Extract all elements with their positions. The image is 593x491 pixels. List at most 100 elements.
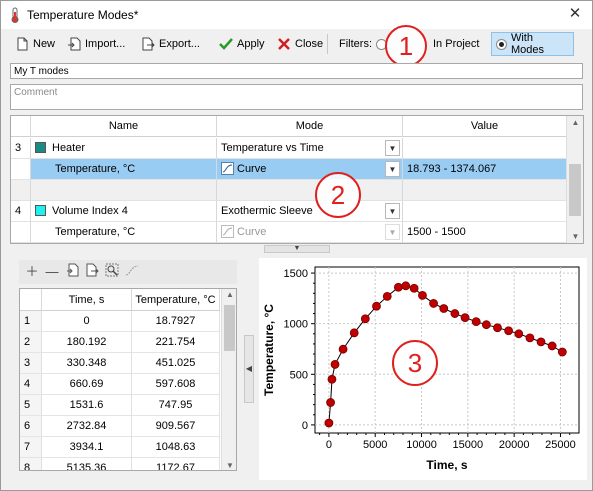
mode-dropdown[interactable]: Temperature vs Time ▼ — [217, 138, 403, 159]
data-point — [536, 337, 546, 347]
data-point — [326, 398, 335, 407]
close-window-button[interactable]: ✕ — [562, 3, 588, 25]
grid-header-mode[interactable]: Mode — [217, 116, 403, 137]
mode-value: Exothermic Sleeve — [221, 205, 313, 217]
value-cell — [403, 138, 567, 159]
point-time[interactable]: 5135.36 — [42, 458, 132, 470]
grid-row-volume-index-4[interactable]: 4 Volume Index 4 Exothermic Sleeve ▼ — [11, 201, 567, 222]
grid-row-heater[interactable]: 3 Heater Temperature vs Time ▼ — [11, 138, 567, 159]
y-tick-label: 1000 — [284, 319, 308, 331]
apply-button[interactable]: Apply — [215, 32, 269, 56]
x-tick-label: 0 — [326, 439, 332, 451]
point-time[interactable]: 330.348 — [42, 353, 132, 374]
new-button[interactable]: New — [11, 32, 59, 56]
mode-dropdown[interactable]: Exothermic Sleeve ▼ — [217, 201, 403, 222]
point-time[interactable]: 3934.1 — [42, 437, 132, 458]
scroll-down-icon[interactable]: ▼ — [222, 461, 236, 470]
comment-field[interactable]: Comment — [10, 84, 583, 110]
close-button[interactable]: Close — [273, 32, 327, 56]
grid-vertical-scrollbar[interactable]: ▲ ▼ — [566, 116, 583, 243]
point-temperature[interactable]: 221.754 — [132, 332, 220, 353]
data-point — [338, 344, 348, 354]
scroll-down-icon[interactable]: ▼ — [567, 232, 583, 241]
curve-tool-icon[interactable] — [123, 263, 141, 281]
grid-header-name[interactable]: Name — [31, 116, 217, 137]
annotation-2: 2 — [315, 172, 361, 218]
point-temperature[interactable]: 909.567 — [132, 416, 220, 437]
export-points-icon[interactable] — [83, 263, 101, 281]
data-point — [393, 282, 403, 292]
point-index: 1 — [20, 311, 42, 332]
remove-row-icon[interactable]: — — [43, 263, 61, 281]
point-temperature[interactable]: 18.7927 — [132, 311, 220, 332]
toolbar-separator — [327, 34, 328, 54]
grid-row-empty — [11, 180, 567, 201]
add-row-icon[interactable]: ＋ — [23, 263, 41, 281]
point-temperature[interactable]: 1048.63 — [132, 437, 220, 458]
data-point — [557, 347, 567, 357]
import-points-icon[interactable] — [63, 263, 81, 281]
scrollbar-thumb[interactable] — [224, 305, 235, 351]
grid-header-value[interactable]: Value — [403, 116, 567, 137]
dropdown-arrow-icon[interactable]: ▼ — [385, 203, 400, 219]
points-vertical-scrollbar[interactable]: ▲ ▼ — [221, 289, 236, 470]
x-tick-label: 20000 — [499, 439, 530, 451]
scroll-up-icon[interactable]: ▲ — [222, 290, 236, 299]
export-button[interactable]: Export... — [137, 32, 204, 56]
curve-icon — [221, 162, 234, 175]
point-index: 2 — [20, 332, 42, 353]
mode-dropdown[interactable]: Curve ▼ — [217, 159, 403, 180]
in-project-filter[interactable]: In Project — [429, 32, 483, 56]
value-cell — [403, 180, 567, 201]
zoom-icon[interactable] — [103, 263, 121, 281]
row-index: 3 — [11, 138, 31, 159]
apply-button-label: Apply — [237, 38, 265, 50]
data-point — [409, 283, 419, 293]
with-modes-radio[interactable] — [496, 38, 507, 50]
data-point — [514, 329, 524, 339]
points-header-temperature[interactable]: Temperature, °C — [132, 289, 220, 311]
collapse-panel-button[interactable]: ◀ — [244, 335, 254, 403]
checkmark-icon — [219, 38, 233, 50]
point-temperature[interactable]: 597.608 — [132, 374, 220, 395]
data-point — [547, 341, 557, 351]
dropdown-arrow-icon[interactable]: ▼ — [385, 161, 400, 177]
x-tick-label: 25000 — [545, 439, 576, 451]
point-temperature[interactable]: 747.95 — [132, 395, 220, 416]
point-index: 4 — [20, 374, 42, 395]
point-index: 3 — [20, 353, 42, 374]
mode-name-field[interactable]: My T modes — [10, 63, 583, 79]
x-tick-label: 15000 — [453, 439, 484, 451]
points-header-time[interactable]: Time, s — [42, 289, 132, 311]
y-tick-label: 1500 — [284, 268, 308, 280]
row-name — [31, 180, 217, 201]
grid-row-temperature-selected[interactable]: Temperature, °C Curve ▼ 18.793 - 1374.06… — [11, 159, 567, 180]
point-temperature[interactable]: 451.025 — [132, 353, 220, 374]
point-time[interactable]: 1531.6 — [42, 395, 132, 416]
title-bar: Temperature Modes* ✕ — [1, 1, 592, 29]
point-time[interactable]: 2732.84 — [42, 416, 132, 437]
grid-header-index — [11, 116, 31, 137]
with-modes-filter[interactable]: With Modes — [491, 32, 574, 56]
splitter-handle[interactable]: ▼ — [264, 245, 330, 253]
data-point — [382, 291, 392, 301]
data-point — [349, 328, 359, 338]
point-time[interactable]: 180.192 — [42, 332, 132, 353]
scrollbar-thumb[interactable] — [569, 164, 581, 216]
point-time[interactable]: 660.69 — [42, 374, 132, 395]
filters-label: Filters: — [335, 32, 391, 56]
y-tick-label: 500 — [290, 369, 308, 381]
point-index: 6 — [20, 416, 42, 437]
close-button-label: Close — [295, 38, 324, 50]
import-button[interactable]: Import... — [63, 32, 129, 56]
point-time[interactable]: 0 — [42, 311, 132, 332]
scroll-up-icon[interactable]: ▲ — [567, 118, 583, 127]
data-point — [481, 320, 491, 330]
temperature-modes-window: Temperature Modes* ✕ New Import... Expor… — [0, 0, 593, 491]
data-point — [418, 290, 427, 300]
data-point — [360, 314, 370, 324]
point-temperature[interactable]: 1172.67 — [132, 458, 220, 470]
dropdown-arrow-icon[interactable]: ▼ — [385, 140, 400, 156]
annotation-1: 1 — [385, 25, 427, 67]
import-button-label: Import... — [85, 38, 126, 50]
